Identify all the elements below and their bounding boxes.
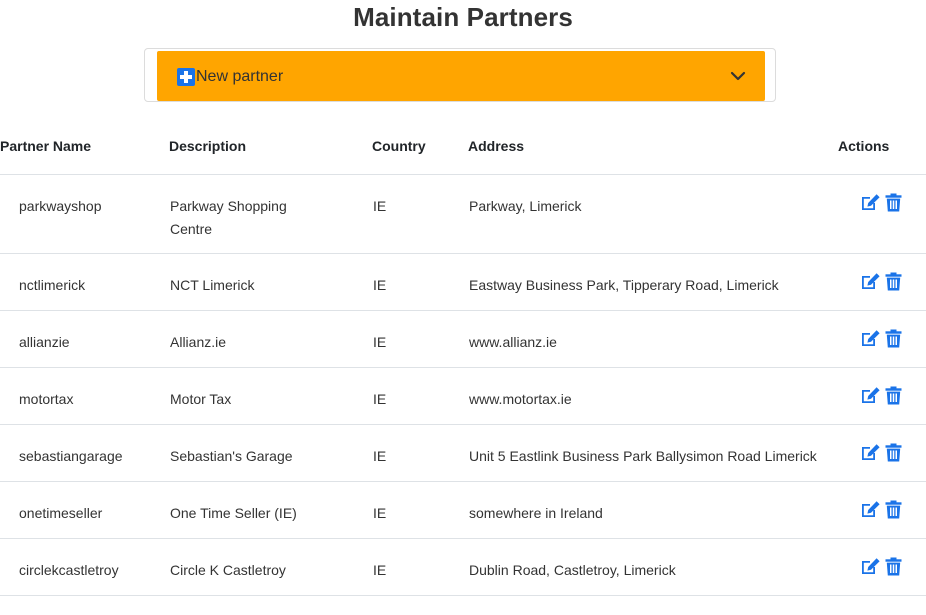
- partner-description-cell: Motor Tax: [169, 367, 372, 425]
- partners-table: Partner Name Description Country Address…: [0, 118, 926, 596]
- table-row: circlekcastletroy Circle K Castletroy IE…: [0, 538, 926, 596]
- partner-description-cell: NCT Limerick: [169, 253, 372, 311]
- partner-description-cell: Circle K Castletroy: [169, 538, 372, 596]
- new-partner-toggle[interactable]: New partner: [157, 51, 765, 101]
- partner-address-cell: Dublin Road, Castletroy, Limerick: [468, 538, 838, 596]
- table-row: nctlimerick NCT Limerick IE Eastway Busi…: [0, 253, 926, 311]
- partner-country-cell: IE: [372, 538, 468, 596]
- partner-description-cell: One Time Seller (IE): [169, 481, 372, 539]
- partner-description-cell: Sebastian's Garage: [169, 424, 372, 482]
- partner-name-cell: parkwayshop: [0, 174, 169, 254]
- trash-icon[interactable]: [885, 500, 902, 519]
- header-address: Address: [468, 118, 838, 175]
- edit-icon[interactable]: [860, 193, 881, 212]
- partner-country-cell: IE: [372, 310, 468, 368]
- table-row: onetimeseller One Time Seller (IE) IE so…: [0, 481, 926, 539]
- page-title: Maintain Partners: [353, 2, 573, 32]
- edit-icon[interactable]: [860, 329, 881, 348]
- trash-icon[interactable]: [885, 193, 902, 212]
- partner-description-cell: Parkway Shopping Centre: [169, 174, 372, 254]
- trash-icon[interactable]: [885, 557, 902, 576]
- partner-address-cell: www.allianz.ie: [468, 310, 838, 368]
- trash-icon[interactable]: [885, 386, 902, 405]
- trash-icon[interactable]: [885, 272, 902, 291]
- partner-actions-cell: [838, 424, 926, 482]
- partner-address-cell: Eastway Business Park, Tipperary Road, L…: [468, 253, 838, 311]
- partner-actions-cell: [838, 174, 926, 254]
- partner-name-cell: onetimeseller: [0, 481, 169, 539]
- partner-country-cell: IE: [372, 424, 468, 482]
- table-row: sebastiangarage Sebastian's Garage IE Un…: [0, 424, 926, 482]
- table-header-row: Partner Name Description Country Address…: [0, 118, 926, 175]
- table-row: motortax Motor Tax IE www.motortax.ie: [0, 367, 926, 425]
- table-row: allianzie Allianz.ie IE www.allianz.ie: [0, 310, 926, 368]
- trash-icon[interactable]: [885, 329, 902, 348]
- partner-country-cell: IE: [372, 481, 468, 539]
- chevron-down-icon: [730, 71, 746, 81]
- partner-name-cell: allianzie: [0, 310, 169, 368]
- plus-square-icon: [177, 68, 195, 86]
- partner-actions-cell: [838, 481, 926, 539]
- partner-address-cell: Parkway, Limerick: [468, 174, 838, 254]
- trash-icon[interactable]: [885, 443, 902, 462]
- partner-name-cell: sebastiangarage: [0, 424, 169, 482]
- partner-actions-cell: [838, 538, 926, 596]
- partner-actions-cell: [838, 367, 926, 425]
- partner-address-cell: www.motortax.ie: [468, 367, 838, 425]
- table-row: parkwayshop Parkway Shopping Centre IE P…: [0, 174, 926, 254]
- partner-actions-cell: [838, 253, 926, 311]
- edit-icon[interactable]: [860, 500, 881, 519]
- partner-actions-cell: [838, 310, 926, 368]
- edit-icon[interactable]: [860, 386, 881, 405]
- header-description: Description: [169, 118, 372, 175]
- edit-icon[interactable]: [860, 443, 881, 462]
- header-country: Country: [372, 118, 468, 175]
- partner-description-cell: Allianz.ie: [169, 310, 372, 368]
- partner-address-cell: somewhere in Ireland: [468, 481, 838, 539]
- partner-country-cell: IE: [372, 253, 468, 311]
- partner-country-cell: IE: [372, 174, 468, 254]
- partner-country-cell: IE: [372, 367, 468, 425]
- partner-name-cell: nctlimerick: [0, 253, 169, 311]
- partner-name-cell: circlekcastletroy: [0, 538, 169, 596]
- partner-address-cell: Unit 5 Eastlink Business Park Ballysimon…: [468, 424, 838, 482]
- new-partner-card: New partner: [144, 48, 776, 102]
- partner-name-cell: motortax: [0, 367, 169, 425]
- edit-icon[interactable]: [860, 272, 881, 291]
- new-partner-label: New partner: [196, 68, 284, 85]
- edit-icon[interactable]: [860, 557, 881, 576]
- header-partner-name: Partner Name: [0, 118, 169, 175]
- header-actions: Actions: [838, 118, 926, 175]
